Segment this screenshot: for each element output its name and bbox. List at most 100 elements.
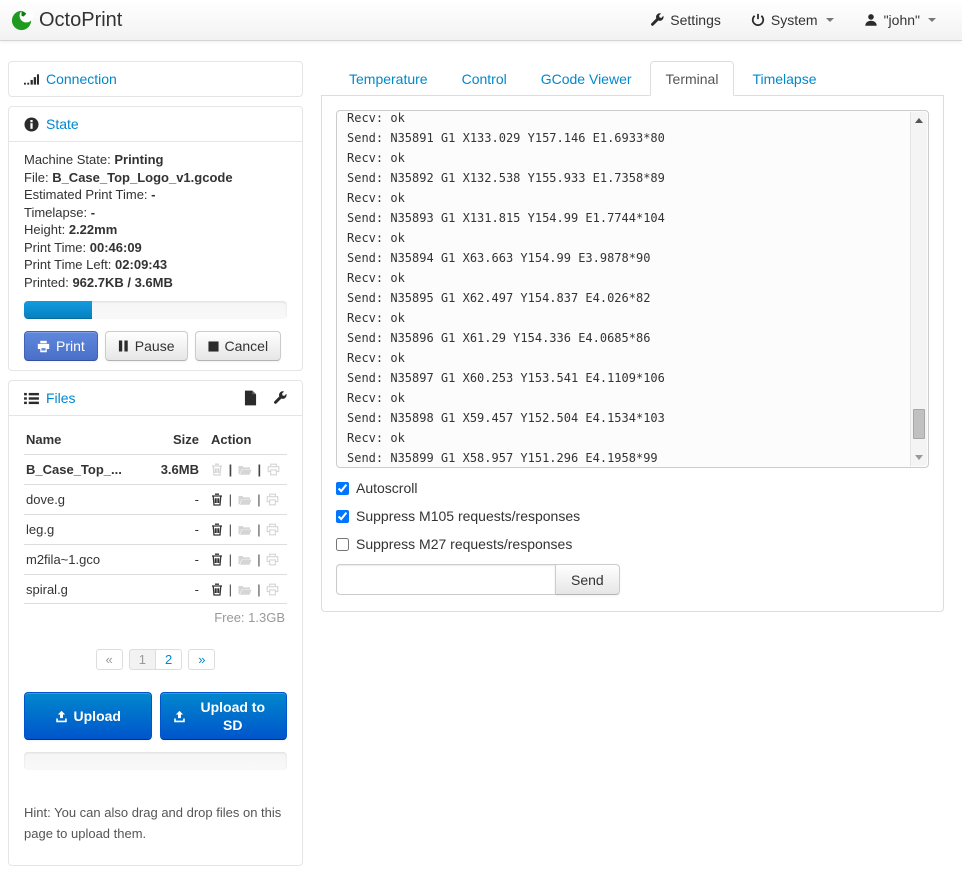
files-toggle[interactable]: Files [24,390,76,406]
tab-bar: Temperature Control GCode Viewer Termina… [321,61,944,96]
send-command-input[interactable] [336,564,556,595]
document-icon[interactable] [244,390,257,406]
pagination-next[interactable]: » [188,649,215,670]
trash-icon[interactable] [211,583,223,596]
files-pagination: « 1 2 » [24,649,287,670]
trash-icon[interactable] [211,523,223,536]
file-name: spiral.g [24,575,147,605]
printed-line: Printed: 962.7KB / 3.6MB [24,274,287,292]
files-content: Name Size Action B_Case_Top_... 3.6MB | [9,415,302,865]
state-title: State [46,116,79,132]
trash-icon[interactable] [211,493,223,506]
terminal-scrollbar[interactable] [910,112,927,466]
files-title: Files [46,390,76,406]
suppress-m27-label: Suppress M27 requests/responses [356,536,572,552]
print-button[interactable]: Print [24,331,98,361]
tab-terminal[interactable]: Terminal [650,61,735,96]
terminal-line: Send: N35899 G1 X58.957 Y151.296 E4.1958… [347,448,902,468]
wrench-icon [650,13,664,27]
print-time-line: Print Time: 00:46:09 [24,239,287,257]
signal-icon [24,73,39,85]
scrollbar-thumb[interactable] [913,409,925,439]
terminal-line: Recv: ok [347,188,902,208]
cancel-button[interactable]: Cancel [195,331,282,361]
folder-open-icon [238,554,252,566]
upload-to-sd-button[interactable]: Upload to SD [160,692,288,740]
file-row[interactable]: dove.g - | | [24,485,287,515]
terminal-line: Recv: ok [347,110,902,128]
user-label: "john" [884,12,920,28]
suppress-m27-checkbox[interactable] [336,538,349,551]
file-row[interactable]: B_Case_Top_... 3.6MB | | [24,455,287,485]
scroll-down-icon[interactable] [915,455,923,460]
tab-gcode-viewer[interactable]: GCode Viewer [525,61,648,96]
estimated-print-time-line: Estimated Print Time: - [24,186,287,204]
file-name: leg.g [24,515,147,545]
file-row[interactable]: leg.g - | | [24,515,287,545]
pagination-page-1[interactable]: 1 [129,649,156,670]
trash-icon[interactable] [211,553,223,566]
print-time-left-line: Print Time Left: 02:09:43 [24,256,287,274]
power-icon [751,13,765,27]
pause-button[interactable]: Pause [105,331,188,361]
file-name: m2fila~1.gco [24,545,147,575]
brand-label: OctoPrint [39,9,122,32]
state-toggle[interactable]: State [24,116,287,132]
terminal-line: Send: N35897 G1 X60.253 Y153.541 E4.1109… [347,368,902,388]
wrench-icon[interactable] [273,391,287,405]
printer-icon [37,340,50,353]
system-label: System [771,12,818,28]
print-progress-fill [24,301,92,319]
tab-temperature[interactable]: Temperature [333,61,444,96]
autoscroll-label: Autoscroll [356,480,417,496]
suppress-m105-checkbox[interactable] [336,510,349,523]
print-icon [266,583,279,596]
free-space-label: Free: 1.3GB [24,603,287,635]
terminal-line: Recv: ok [347,388,902,408]
pagination-prev[interactable]: « [96,649,123,670]
terminal-line: Recv: ok [347,268,902,288]
file-line: File: B_Case_Top_Logo_v1.gcode [24,169,287,187]
files-header-name: Name [24,425,147,455]
terminal-line: Send: N35894 G1 X63.663 Y154.99 E3.9878*… [347,248,902,268]
terminal-line: Send: N35895 G1 X62.497 Y154.837 E4.026*… [347,288,902,308]
cancel-button-label: Cancel [225,337,269,355]
folder-open-icon [238,494,252,506]
folder-open-icon [238,584,252,596]
pagination-page-2[interactable]: 2 [156,649,182,670]
file-row[interactable]: spiral.g - | | [24,575,287,605]
chevron-down-icon [928,18,936,22]
print-icon [266,493,279,506]
list-icon [24,392,39,405]
folder-open-icon [238,464,252,476]
upload-button-label: Upload [74,707,121,725]
terminal-line: Send: N35891 G1 X133.029 Y157.146 E1.693… [347,128,902,148]
machine-state-line: Machine State: Printing [24,151,287,169]
file-name: dove.g [24,485,147,515]
user-menu-item[interactable]: "john" [852,3,948,37]
tab-timelapse[interactable]: Timelapse [736,61,832,96]
terminal-output[interactable]: Recv: ok Send: N35891 G1 X133.029 Y157.1… [336,110,929,468]
chevron-down-icon [826,18,834,22]
terminal-log: Recv: ok Send: N35891 G1 X133.029 Y157.1… [347,110,902,468]
send-button[interactable]: Send [555,564,620,595]
scroll-up-icon[interactable] [915,118,923,123]
tab-control[interactable]: Control [446,61,523,96]
upload-to-sd-button-label: Upload to SD [192,698,275,734]
connection-title: Connection [46,71,117,87]
file-name: B_Case_Top_... [24,455,147,485]
autoscroll-checkbox[interactable] [336,482,349,495]
files-header-action: Action [209,425,287,455]
upload-button[interactable]: Upload [24,692,152,740]
terminal-line: Send: N35893 G1 X131.815 Y154.99 E1.7744… [347,208,902,228]
system-menu-item[interactable]: System [739,3,846,37]
octoprint-brand[interactable]: OctoPrint [10,9,122,32]
file-row[interactable]: m2fila~1.gco - | | [24,545,287,575]
state-content: Machine State: Printing File: B_Case_Top… [9,141,302,370]
connection-toggle[interactable]: Connection [24,71,287,87]
settings-menu-item[interactable]: Settings [638,3,733,37]
height-line: Height: 2.22mm [24,221,287,239]
connection-panel: Connection [8,61,303,97]
main-panel: Temperature Control GCode Viewer Termina… [321,61,944,875]
terminal-line: Recv: ok [347,348,902,368]
